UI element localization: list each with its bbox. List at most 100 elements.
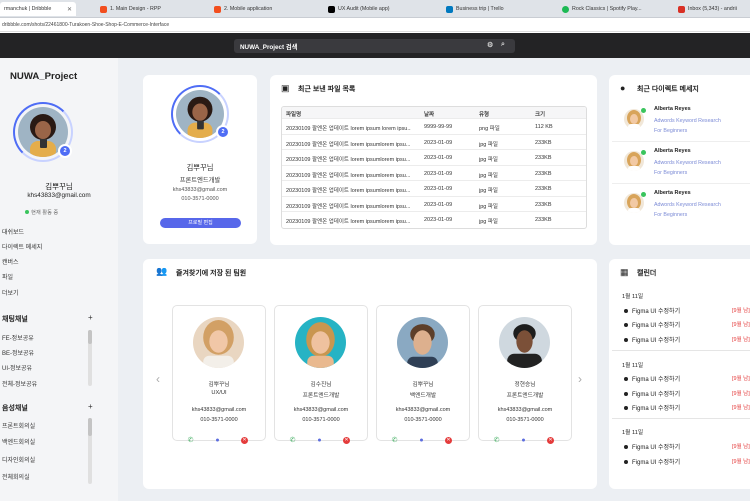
message-preview: Adwords Keyword Research xyxy=(654,202,721,208)
chat-icon[interactable]: ● xyxy=(316,437,323,444)
cell-size: 233KB xyxy=(535,217,552,223)
files-table: 파일명 날짜 유형 크기 20230109 팔엔온 업데이트 lorem ips… xyxy=(281,106,587,229)
table-row[interactable]: 20230109 팔엔온 업데이트 lorem ipsumlorem ipsu.… xyxy=(282,212,586,228)
carousel-prev-button[interactable]: ‹ xyxy=(156,372,160,386)
cell-type: jpg 파일 xyxy=(479,188,498,194)
bullet-icon xyxy=(624,309,628,314)
chat-channel-scrollbar[interactable] xyxy=(88,330,92,386)
phone-icon[interactable]: ✆ xyxy=(391,437,398,444)
phone-icon[interactable]: ✆ xyxy=(493,437,500,444)
chat-icon[interactable]: ● xyxy=(520,437,527,444)
calendar-event[interactable]: Figma UI 수정하기 [9월 남] xyxy=(624,306,750,315)
event-text: Figma UI 수정하기 xyxy=(632,406,681,412)
close-icon[interactable]: ✕ xyxy=(67,6,72,13)
event-text: Figma UI 수정하기 xyxy=(632,323,681,329)
divider xyxy=(612,350,750,351)
event-time: [9월 남] xyxy=(732,391,750,397)
voice-frontend-room[interactable]: 프론트회의실 xyxy=(2,421,35,430)
browser-tab-ux-audit[interactable]: UX Audit (Mobile app) xyxy=(324,2,428,16)
scroll-thumb[interactable] xyxy=(88,330,92,344)
close-icon[interactable]: ✕ xyxy=(343,437,350,444)
event-text: Figma UI 수정하기 xyxy=(632,377,681,383)
browser-tab-gmail[interactable]: Inbox (5,343) - andrii xyxy=(674,2,750,16)
calendar-event[interactable]: Figma UI 수정하기 [9월 남] xyxy=(624,374,750,383)
message-preview: Adwords Keyword Research xyxy=(654,160,721,166)
member-card[interactable]: 정현승님 프론트엔드개발 khs43833@gmail.com 010-3571… xyxy=(478,305,572,444)
address-bar[interactable]: dribbble.com/shots/22461800-Turakoen-Sho… xyxy=(0,18,750,32)
calendar-date: 1월 11일 xyxy=(622,294,644,300)
close-icon[interactable]: ✕ xyxy=(241,437,248,444)
cell-filename: 20230109 팔엔온 업데이트 lorem ipsumlorem ipsu.… xyxy=(286,141,411,148)
calendar-event[interactable]: Figma UI 수정하기 [9월 남] xyxy=(624,320,750,329)
nav-direct-message[interactable]: 다이렉트 메세지 xyxy=(2,242,42,251)
nav-more[interactable]: 더보기 xyxy=(2,288,19,297)
search-icon[interactable]: ⌕ xyxy=(501,41,505,49)
scroll-thumb[interactable] xyxy=(88,418,92,436)
search-input[interactable]: NUWA_Project 검색 ⚙ ⌕ xyxy=(234,39,515,53)
channel-fe[interactable]: FE-정보공유 xyxy=(2,333,34,342)
voice-design-room[interactable]: 디자인회의실 xyxy=(2,455,35,464)
phone-icon[interactable]: ✆ xyxy=(187,437,194,444)
table-row[interactable]: 20230109 팔엔온 업데이트 lorem ipsumlorem ipsu.… xyxy=(282,166,586,181)
member-phone: 010-3571-0000 xyxy=(200,417,238,423)
member-role: 백엔드개발 xyxy=(409,393,437,399)
gmail-icon xyxy=(678,5,685,13)
calendar-event[interactable]: Figma UI 수정하기 [9월 남] xyxy=(624,442,750,451)
chat-icon[interactable]: ● xyxy=(418,437,425,444)
cell-date: 9999-99-99 xyxy=(424,124,453,130)
calendar-event[interactable]: Figma UI 수정하기 [9월 남] xyxy=(624,335,750,344)
cell-size: 233KB xyxy=(535,170,552,177)
cell-date: 2023-01-09 xyxy=(424,201,453,208)
voice-all-room[interactable]: 전체회의실 xyxy=(2,472,30,481)
table-row[interactable]: 20230109 팔엔온 업데이트 lorem ipsum lorem ipsu… xyxy=(282,119,586,135)
edit-profile-button[interactable]: 프로필 편집 xyxy=(160,218,241,228)
browser-tab-spotify[interactable]: Rock Classics | Spotify Play... xyxy=(558,2,662,16)
calendar-event[interactable]: Figma UI 수정하기 [9월 남] xyxy=(624,389,750,398)
filter-icon[interactable]: ⚙ xyxy=(487,41,493,49)
message-item[interactable]: Alberta Reyes Adwords Keyword Research F… xyxy=(612,185,750,226)
member-card[interactable]: 김뿌꾸님 백엔드개발 khs43833@gmail.com 010-3571-0… xyxy=(376,305,470,444)
member-name: 김뿌꾸님 xyxy=(412,382,434,388)
table-row[interactable]: 20230109 팔엔온 업데이트 lorem ipsumlorem ipsu.… xyxy=(282,135,586,150)
browser-tab-main-design[interactable]: 1. Main Design - RPP xyxy=(96,2,200,16)
browser-tab-trello[interactable]: Business trip | Trello xyxy=(442,2,546,16)
browser-tab-dribbble[interactable]: rmanchuk | Dribbble ✕ xyxy=(0,2,76,16)
member-card[interactable]: 김수진님 프론트엔드개발 khs43833@gmail.com 010-3571… xyxy=(274,305,368,444)
add-chat-channel-icon[interactable]: + xyxy=(88,313,93,322)
nav-dashboard[interactable]: 대쉬보드 xyxy=(2,227,24,236)
bullet-icon xyxy=(624,377,628,382)
close-icon[interactable]: ✕ xyxy=(547,437,554,444)
channel-all[interactable]: 전체-정보공유 xyxy=(2,379,37,388)
message-item[interactable]: Alberta Reyes Adwords Keyword Research F… xyxy=(612,143,750,184)
event-text: Figma UI 수정하기 xyxy=(632,392,681,398)
browser-tab-strip: rmanchuk | Dribbble ✕ 1. Main Design - RP… xyxy=(0,0,750,18)
nav-canvas[interactable]: 캔버스 xyxy=(2,257,19,266)
profile-email: khs43833@gmail.com xyxy=(172,187,228,193)
recent-files-title: 최근 보낸 파일 목록 xyxy=(298,86,356,93)
table-row[interactable]: 20230109 팔엔온 업데이트 lorem ipsumlorem ipsu.… xyxy=(282,197,586,212)
table-row[interactable]: 20230109 팔엔온 업데이트 lorem ipsumlorem ipsu.… xyxy=(282,181,586,197)
voice-channel-scrollbar[interactable] xyxy=(88,418,92,484)
add-voice-channel-icon[interactable]: + xyxy=(88,402,93,411)
channel-ui[interactable]: UI-정보공유 xyxy=(2,363,32,372)
close-icon[interactable]: ✕ xyxy=(445,437,452,444)
recent-messages-title: 최근 다이렉트 메세지 xyxy=(637,86,699,93)
message-item[interactable]: Alberta Reyes Adwords Keyword Research F… xyxy=(612,101,750,142)
chat-icon[interactable]: ● xyxy=(214,437,221,444)
tab-label: 2. Mobile application xyxy=(224,6,273,12)
voice-backend-room[interactable]: 백엔드회의실 xyxy=(2,437,35,446)
nav-files[interactable]: 파일 xyxy=(2,272,13,281)
calendar-event[interactable]: Figma UI 수정하기 [9월 남] xyxy=(624,403,750,412)
carousel-next-button[interactable]: › xyxy=(578,372,582,386)
header-filename: 파일명 xyxy=(286,112,302,118)
table-row[interactable]: 20230109 팔엔온 업데이트 lorem ipsumlorem ipsu.… xyxy=(282,150,586,166)
phone-icon[interactable]: ✆ xyxy=(289,437,296,444)
member-card[interactable]: 김뿌꾸님 UX/UI khs43833@gmail.com 010-3571-0… xyxy=(172,305,266,444)
tab-label: Rock Classics | Spotify Play... xyxy=(572,6,642,12)
calendar-event[interactable]: Figma UI 수정하기 [9월 남] xyxy=(624,457,750,466)
table-header: 파일명 날짜 유형 크기 xyxy=(282,107,586,119)
browser-tab-mobile-app[interactable]: 2. Mobile application xyxy=(210,2,314,16)
channel-be[interactable]: BE-정보공유 xyxy=(2,348,34,357)
profile-role: 프론트엔드개발 xyxy=(179,177,221,184)
chat-bubble-icon: ● xyxy=(620,83,626,93)
